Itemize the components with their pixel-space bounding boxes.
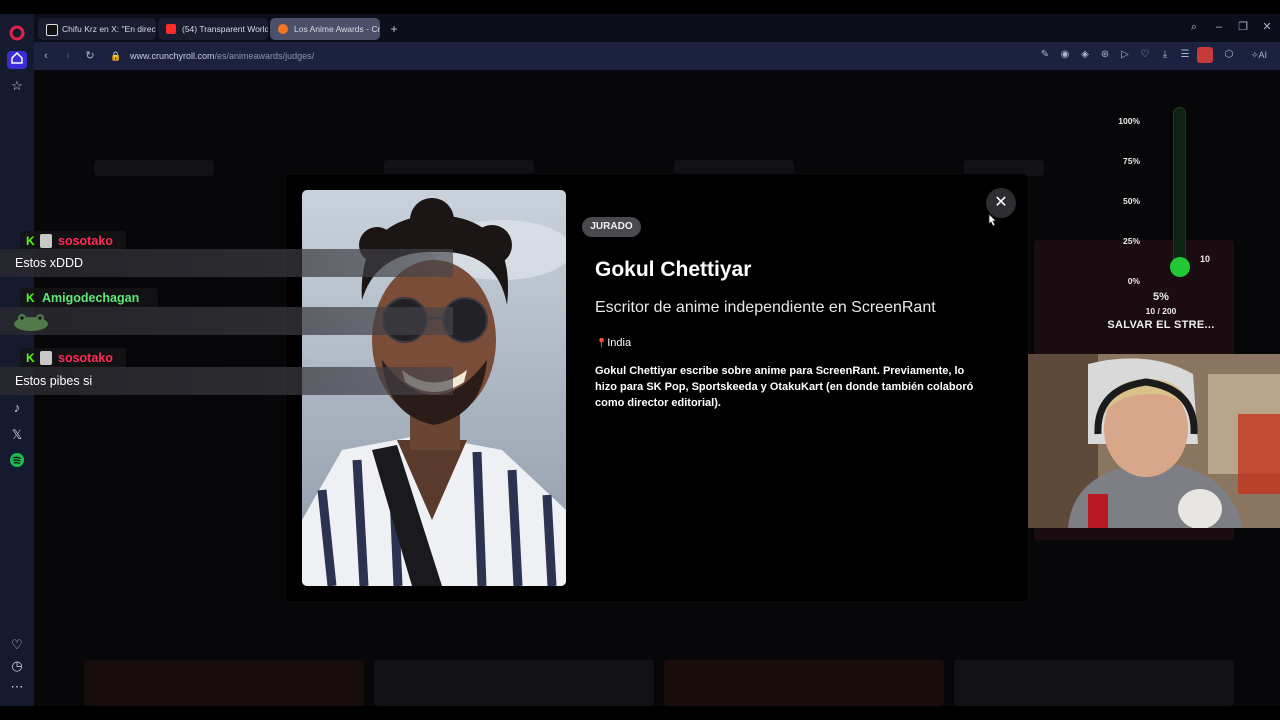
ghost-text	[94, 160, 214, 176]
reload-icon[interactable]: ↻	[82, 48, 98, 64]
kick-badge-icon: K	[26, 291, 35, 305]
goal-percent: 5%	[1153, 291, 1169, 303]
ai-button[interactable]: ✧AI	[1247, 48, 1271, 62]
tab-label: (54) Transparent World – A	[182, 24, 268, 34]
chat-message: Estos xDDD	[0, 249, 453, 277]
vpn-icon[interactable]: ⊛	[1098, 48, 1112, 62]
goal-meter-track	[1173, 107, 1186, 272]
user-badge-icon	[40, 234, 52, 248]
webcam-feed	[1028, 354, 1280, 528]
address-bar-row: ‹ › ↻ 🔒 www.crunchyroll.com/es/animeawar…	[34, 42, 1280, 70]
new-tab-button[interactable]: +	[386, 18, 402, 40]
ghost-card	[954, 660, 1234, 706]
heart-icon[interactable]: ♡	[8, 636, 26, 654]
location-text: India	[607, 337, 632, 349]
lock-icon: 🔒	[110, 51, 122, 61]
search-icon[interactable]: ⌕	[1186, 19, 1202, 35]
judge-bio: Gokul Chettiyar escribe sobre anime para…	[595, 365, 974, 409]
edit-icon[interactable]: ✎	[1038, 48, 1052, 62]
url-path: /es/animeawards/judges/	[214, 51, 315, 61]
goal-title: SALVAR EL STRE...	[1107, 319, 1215, 331]
profile-avatar[interactable]	[1197, 47, 1213, 63]
judge-location: 📍India	[596, 337, 631, 349]
tab-label: Chifu Krz en X: "En directo	[62, 24, 156, 34]
goal-meter-knob	[1170, 257, 1190, 277]
tab-label: Los Anime Awards - Crunc	[294, 24, 380, 34]
meter-tick: 50%	[1122, 196, 1140, 206]
kick-badge-icon: K	[26, 234, 35, 248]
goal-current-value: 10	[1200, 254, 1211, 264]
chat-message: Estos pibes si	[0, 367, 453, 395]
close-window-icon[interactable]: ✕	[1259, 19, 1275, 35]
extensions-icon[interactable]: ⬡	[1222, 48, 1236, 62]
judge-role: Escritor de anime independiente en Scree…	[595, 299, 936, 316]
tiktok-icon[interactable]: ♪	[8, 399, 26, 417]
chat-message	[0, 307, 453, 335]
meter-tick: 25%	[1122, 236, 1140, 246]
spotify-icon[interactable]	[8, 452, 26, 470]
x-icon[interactable]: 𝕏	[8, 426, 26, 444]
judge-name: Gokul Chettiyar	[595, 258, 752, 281]
tab-strip: Chifu Krz en X: "En directo (54) Transpa…	[34, 14, 1280, 42]
restore-icon[interactable]: ❐	[1235, 19, 1251, 35]
history-icon[interactable]: ◷	[8, 657, 26, 675]
minimize-icon[interactable]: –	[1211, 19, 1227, 35]
ai-label: AI	[1258, 50, 1268, 60]
mouse-cursor-icon	[987, 213, 997, 227]
tab-crunchyroll[interactable]: Los Anime Awards - Crunc	[270, 18, 380, 40]
ghost-card	[84, 660, 364, 706]
chat-username: K sosotako	[20, 231, 126, 251]
crunchyroll-favicon-icon	[278, 24, 288, 34]
chat-username: K sosotako	[20, 348, 126, 368]
star-icon[interactable]: ☆	[8, 77, 26, 95]
url-field[interactable]: www.crunchyroll.com/es/animeawards/judge…	[130, 46, 930, 66]
url-domain: www.crunchyroll.com	[130, 51, 215, 61]
ghost-card	[664, 660, 944, 706]
more-icon[interactable]: ⋯	[8, 678, 26, 696]
goal-count: 10 / 200	[1145, 306, 1177, 316]
meter-tick: 0%	[1127, 276, 1140, 286]
camera-icon[interactable]: ◉	[1058, 48, 1072, 62]
tab-chifu[interactable]: Chifu Krz en X: "En directo	[38, 18, 156, 40]
ghost-card	[374, 660, 654, 706]
pin-icon: 📍	[596, 338, 608, 348]
play-icon[interactable]: ▷	[1118, 48, 1132, 62]
kick-badge-icon: K	[26, 351, 35, 365]
username-text: sosotako	[58, 351, 113, 365]
user-badge-icon	[40, 351, 52, 365]
meter-tick: 75%	[1122, 156, 1140, 166]
forward-icon[interactable]: ›	[60, 48, 76, 64]
jurado-badge: JURADO	[582, 217, 641, 237]
meter-tick: 100%	[1118, 116, 1140, 126]
username-text: Amigodechagan	[42, 291, 140, 305]
x-favicon-icon	[46, 24, 58, 36]
back-icon[interactable]: ‹	[38, 48, 54, 64]
shield-icon[interactable]: ◈	[1078, 48, 1092, 62]
menu-icon[interactable]: ☰	[1178, 48, 1192, 62]
frog-emote-icon	[12, 312, 50, 342]
home-icon[interactable]	[7, 51, 27, 69]
username-text: sosotako	[58, 234, 113, 248]
download-icon[interactable]: ⤓	[1158, 48, 1172, 62]
chat-username: K Amigodechagan	[20, 288, 158, 308]
opera-logo-icon[interactable]	[8, 24, 26, 42]
tab-youtube[interactable]: (54) Transparent World – A	[158, 18, 268, 40]
youtube-favicon-icon	[166, 24, 176, 34]
heart-icon[interactable]: ♡	[1138, 48, 1152, 62]
